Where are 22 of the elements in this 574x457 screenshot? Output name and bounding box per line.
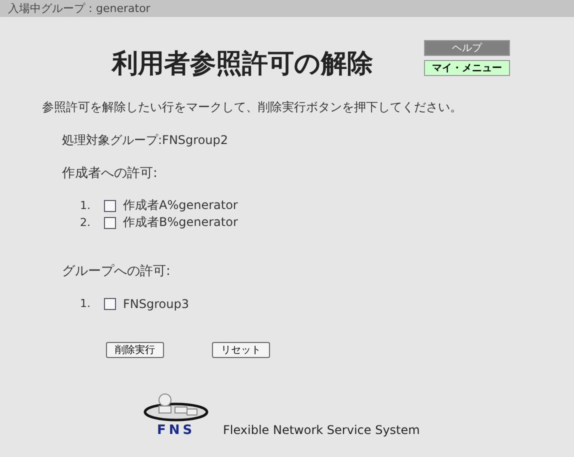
target-group-text: 処理対象グループ:FNSgroup2 <box>62 132 230 149</box>
item-label: 作成者B%generator <box>123 214 238 231</box>
group-label: 入場中グループ：generator <box>0 0 574 17</box>
item-label: 作成者A%generator <box>123 197 238 214</box>
item-label: FNSgroup3 <box>123 296 189 310</box>
instruction-text: 参照許可を解除したい行をマークして、削除実行ボタンを押下してください。 <box>42 99 463 116</box>
logo-text: FNS <box>156 423 196 438</box>
delete-button[interactable]: 削除実行 <box>106 342 164 358</box>
tagline: Flexible Network Service System <box>223 423 420 437</box>
checkbox[interactable] <box>104 298 116 310</box>
item-number: 1. <box>80 297 92 310</box>
reset-button[interactable]: リセット <box>212 342 270 358</box>
section-heading: 作成者への許可: <box>62 165 158 182</box>
logo-icon <box>143 392 209 422</box>
section-heading: グループへの許可: <box>62 263 172 280</box>
item-number: 2. <box>80 216 92 229</box>
item-number: 1. <box>80 199 92 212</box>
page-title: 利用者参照許可の解除 <box>112 48 374 81</box>
menu-button[interactable]: マイ・メニュー <box>424 60 510 76</box>
checkbox[interactable] <box>104 216 116 228</box>
help-button[interactable]: ヘルプ <box>424 40 510 56</box>
checkbox[interactable] <box>104 200 116 212</box>
